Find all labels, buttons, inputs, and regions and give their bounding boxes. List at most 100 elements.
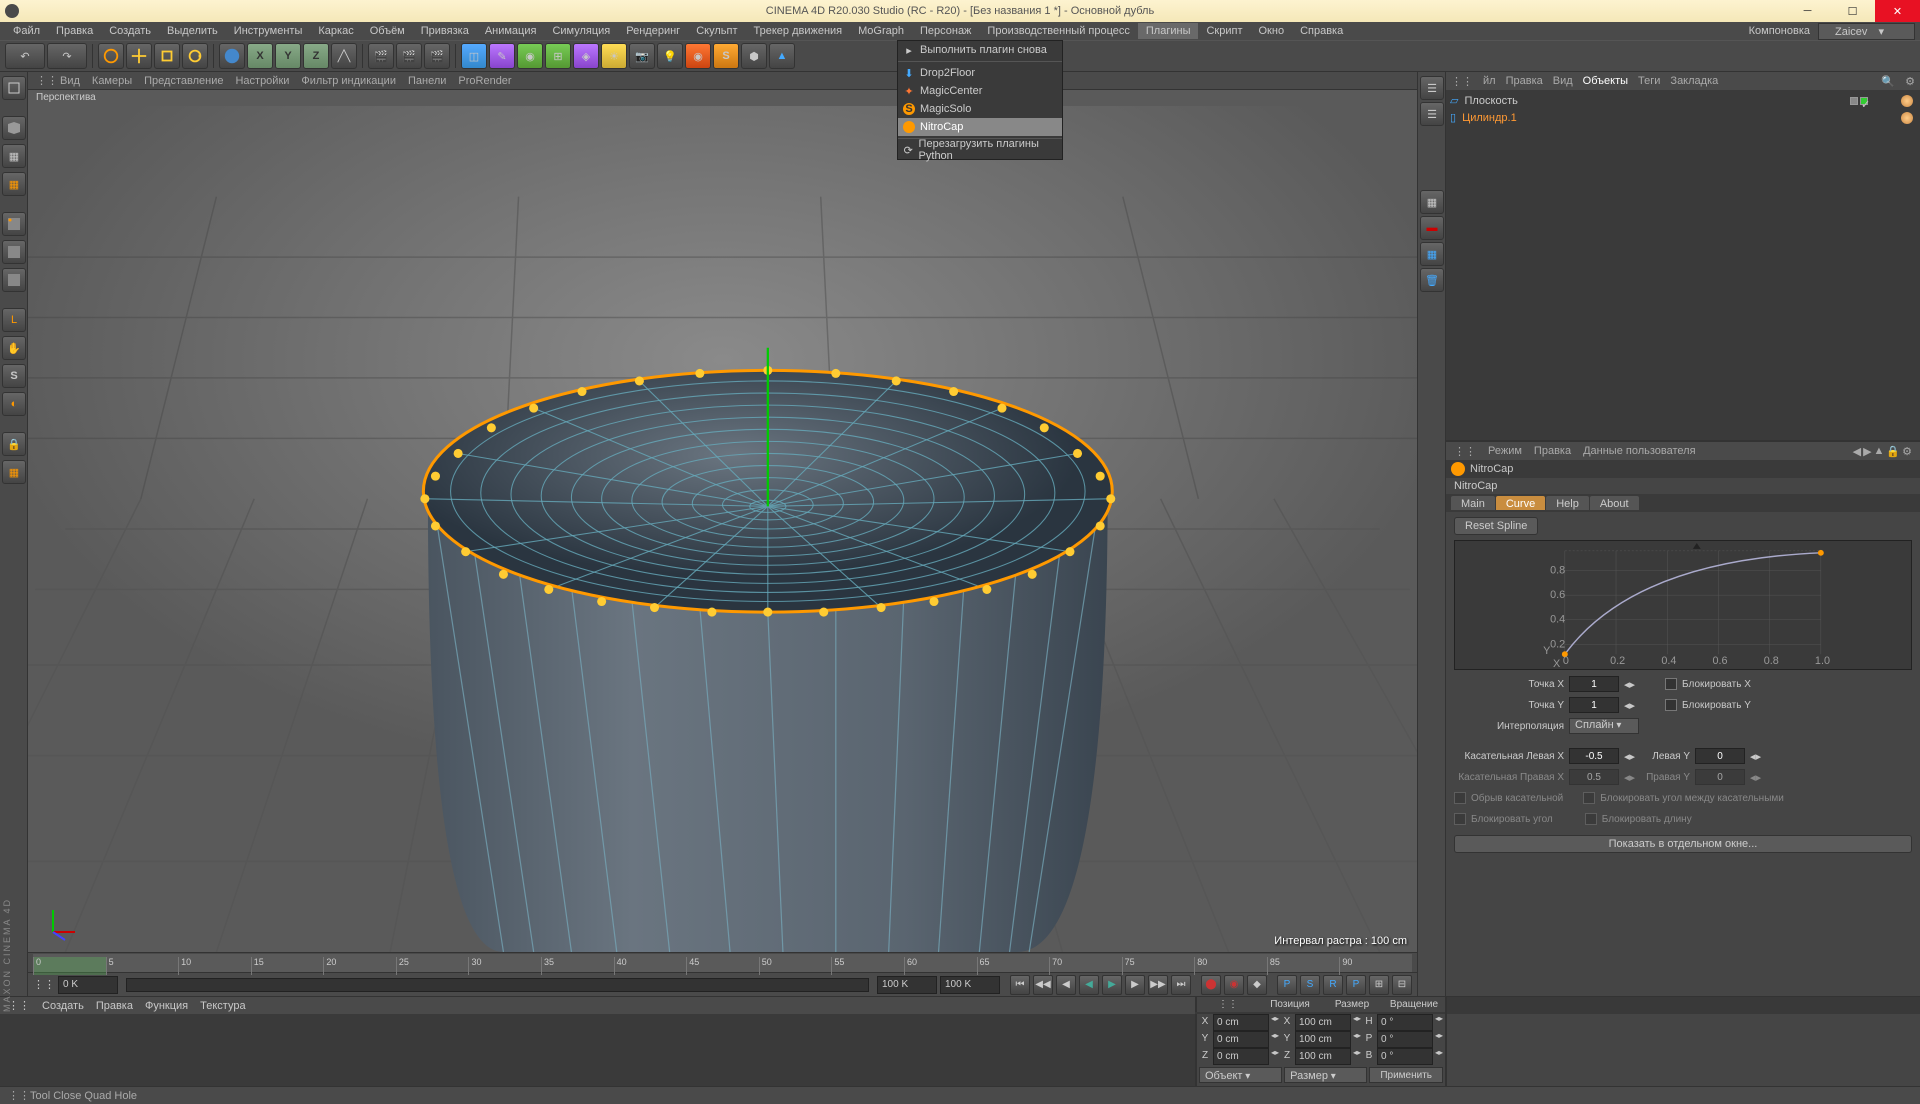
key-rot-button[interactable]: R (1323, 975, 1343, 995)
om-tab-bookmarks[interactable]: Закладка (1670, 75, 1718, 87)
view-tab-view[interactable]: Вид (60, 75, 80, 87)
curve-editor[interactable]: 0.8 0.6 0.4 0.2 0 0.2 0.4 0.6 0.8 1.0 Y … (1454, 540, 1912, 670)
menu-pipeline[interactable]: Производственный процесс (979, 23, 1137, 39)
pos-z-input[interactable]: 0 cm (1213, 1048, 1269, 1065)
menu-snap[interactable]: Привязка (413, 23, 477, 39)
reset-spline-button[interactable]: Reset Spline (1454, 517, 1538, 535)
rotate-tool[interactable] (182, 43, 208, 69)
am-tab-help[interactable]: Help (1546, 496, 1589, 510)
om-tab-objects[interactable]: Объекты (1583, 75, 1628, 87)
menu-mesh[interactable]: Каркас (310, 23, 361, 39)
am-tab-edit[interactable]: Правка (1534, 445, 1571, 457)
key-pos-button[interactable]: P (1277, 975, 1297, 995)
x-axis-lock[interactable]: X (247, 43, 273, 69)
key-param-button[interactable]: P (1346, 975, 1366, 995)
menu-plugins[interactable]: Плагины (1138, 23, 1199, 39)
plugin-tool-1[interactable]: ◉ (685, 43, 711, 69)
point-y-input[interactable] (1569, 697, 1619, 713)
view-tab-options[interactable]: Настройки (235, 75, 289, 87)
menu-sculpt[interactable]: Скульпт (688, 23, 745, 39)
plugin-tool-3[interactable]: ⬢ (741, 43, 767, 69)
menu-volume[interactable]: Объём (362, 23, 413, 39)
material-manager[interactable] (0, 1014, 1195, 1086)
am-nav-up[interactable]: ▲ (1874, 445, 1885, 458)
om-tab-file[interactable]: йл (1483, 75, 1496, 87)
om-filter-2[interactable]: ☰ (1420, 102, 1444, 126)
lock-y-checkbox[interactable] (1665, 699, 1677, 711)
lock-x-checkbox[interactable] (1665, 678, 1677, 690)
goto-end-button[interactable]: ⏭ (1171, 975, 1191, 995)
phong-tag-icon[interactable] (1901, 95, 1913, 107)
render-view[interactable]: 🎬 (368, 43, 394, 69)
menu-create[interactable]: Создать (101, 23, 159, 39)
play-back-button[interactable]: ◀ (1079, 975, 1099, 995)
edge-mode[interactable] (2, 240, 26, 264)
next-frame-button[interactable]: ▶ (1125, 975, 1145, 995)
mat-tab-edit[interactable]: Правка (96, 1000, 133, 1012)
layout-dropdown[interactable]: Zaicev ▾ (1818, 23, 1915, 40)
pos-x-input[interactable]: 0 cm (1213, 1014, 1269, 1031)
point-mode[interactable] (2, 212, 26, 236)
record-button[interactable]: ⬤ (1201, 975, 1221, 995)
coord-size-dropdown[interactable]: Размер ▾ (1284, 1067, 1367, 1083)
render-settings[interactable]: 🎬 (424, 43, 450, 69)
camera-tool[interactable]: 📷 (629, 43, 655, 69)
workplane-mode[interactable]: ▦ (2, 172, 26, 196)
menu-window[interactable]: Окно (1251, 23, 1293, 39)
am-nav-back[interactable]: ◀ (1853, 445, 1861, 458)
next-key-button[interactable]: ▶▶ (1148, 975, 1168, 995)
redo-button[interactable]: ↷ (47, 43, 87, 69)
object-row-plane[interactable]: ▱ Плоскость ✓ (1448, 92, 1918, 109)
axis-gizmo[interactable] (43, 902, 83, 942)
menu-edit[interactable]: Правка (48, 23, 101, 39)
menu-help[interactable]: Справка (1292, 23, 1351, 39)
am-lock-icon[interactable]: 🔒 (1886, 445, 1900, 458)
axis-mode[interactable]: L (2, 308, 26, 332)
am-tab-main[interactable]: Main (1451, 496, 1495, 510)
timeline-total-field[interactable] (940, 976, 1000, 994)
minimize-button[interactable]: ─ (1785, 0, 1830, 22)
om-delete-tool[interactable]: 🗑 (1420, 268, 1444, 292)
cube-primitive[interactable]: ◫ (461, 43, 487, 69)
rot-b-input[interactable]: 0 ° (1377, 1048, 1433, 1065)
y-axis-lock[interactable]: Y (275, 43, 301, 69)
tan-ly-input[interactable] (1695, 748, 1745, 764)
menu-tracker[interactable]: Трекер движения (746, 23, 851, 39)
prev-frame-button[interactable]: ◀ (1056, 975, 1076, 995)
om-tab-tags[interactable]: Теги (1638, 75, 1660, 87)
mat-tab-tex[interactable]: Текстура (200, 1000, 245, 1012)
view-tab-display[interactable]: Представление (144, 75, 223, 87)
key-opts-button[interactable]: ⊟ (1392, 975, 1412, 995)
menu-simulate[interactable]: Симуляция (544, 23, 618, 39)
nurbs-tool[interactable]: ◉ (517, 43, 543, 69)
object-row-cylinder[interactable]: ▯ Цилиндр.1 (1448, 109, 1918, 126)
am-tab-curve[interactable]: Curve (1496, 496, 1545, 510)
am-tab-mode[interactable]: Режим (1488, 445, 1522, 457)
menu-character[interactable]: Персонаж (912, 23, 979, 39)
snap-toggle[interactable]: S (2, 364, 26, 388)
plugin-tool-2[interactable]: S (713, 43, 739, 69)
timeline-start-field[interactable] (58, 976, 118, 994)
show-window-button[interactable]: Показать в отдельном окне... (1454, 835, 1912, 853)
om-tab-edit[interactable]: Правка (1506, 75, 1543, 87)
coord-space-dropdown[interactable]: Объект ▾ (1199, 1067, 1282, 1083)
rot-h-input[interactable]: 0 ° (1377, 1014, 1433, 1031)
om-tool-2[interactable]: ▬ (1420, 216, 1444, 240)
size-y-input[interactable]: 100 cm (1295, 1031, 1351, 1048)
recent-tool[interactable] (219, 43, 245, 69)
timeline-ruler[interactable]: 0 5 10 15 20 25 30 35 40 45 50 55 60 65 … (28, 952, 1417, 972)
timeline-scrubber[interactable] (126, 978, 869, 992)
tweak-mode[interactable]: ✋ (2, 336, 26, 360)
z-axis-lock[interactable]: Z (303, 43, 329, 69)
menu-animate[interactable]: Анимация (477, 23, 545, 39)
mat-tab-func[interactable]: Функция (145, 1000, 188, 1012)
menu-select[interactable]: Выделить (159, 23, 226, 39)
coord-apply-button[interactable]: Применить (1369, 1067, 1443, 1083)
om-filter-1[interactable]: ☰ (1420, 76, 1444, 100)
plugin-magiccenter[interactable]: ✦ MagicCenter (898, 82, 1062, 100)
plugin-nitrocap[interactable]: NitroCap (898, 118, 1062, 136)
plugin-magicsolo[interactable]: S MagicSolo (898, 100, 1062, 118)
am-tab-about[interactable]: About (1590, 496, 1639, 510)
viewport-3d[interactable]: Интервал растра : 100 cm (28, 106, 1417, 952)
maximize-button[interactable]: ☐ (1830, 0, 1875, 22)
